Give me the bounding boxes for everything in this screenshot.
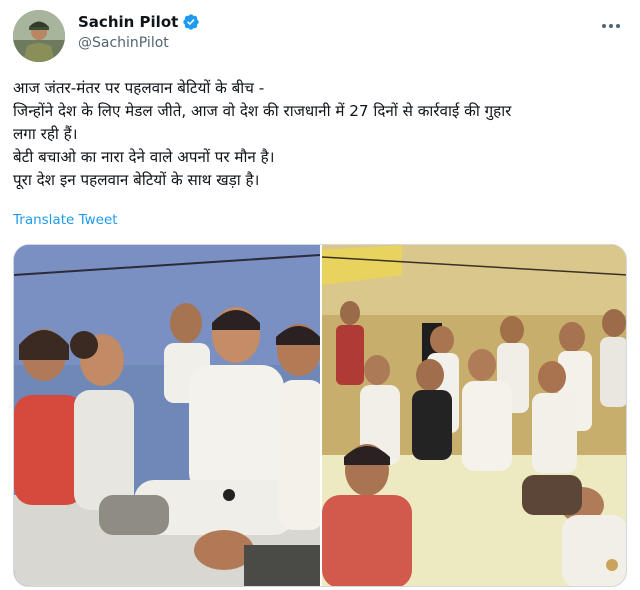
tweet-media[interactable] [13,244,627,587]
tweet-text-line: पूरा देश इन पहलवान बेटियों के साथ खड़ा ह… [13,171,260,189]
photo-right[interactable] [322,245,626,586]
tweet-text-line: लगा रही हैं। [13,125,78,143]
author-handle[interactable]: @SachinPilot [78,35,169,51]
tweet-text-line: बेटी बचाओ का नारा देने वाले अपनों पर मौन… [13,148,275,166]
author-display-name[interactable]: Sachin Pilot [78,13,178,31]
more-options-icon[interactable] [600,16,622,36]
tweet-text: आज जंतर-मंतर पर पहलवान बेटियों के बीच - … [13,77,625,192]
author-name-row[interactable]: Sachin Pilot [78,13,200,31]
author-avatar[interactable] [13,10,65,62]
tweet-text-line: जिन्होंने देश के लिए मेडल जीते, आज वो दे… [13,102,512,120]
verified-badge-icon [183,14,199,30]
translate-tweet-link[interactable]: Translate Tweet [13,212,118,228]
photo-left[interactable] [14,245,320,586]
tweet-text-line: आज जंतर-मंतर पर पहलवान बेटियों के बीच - [13,79,265,97]
